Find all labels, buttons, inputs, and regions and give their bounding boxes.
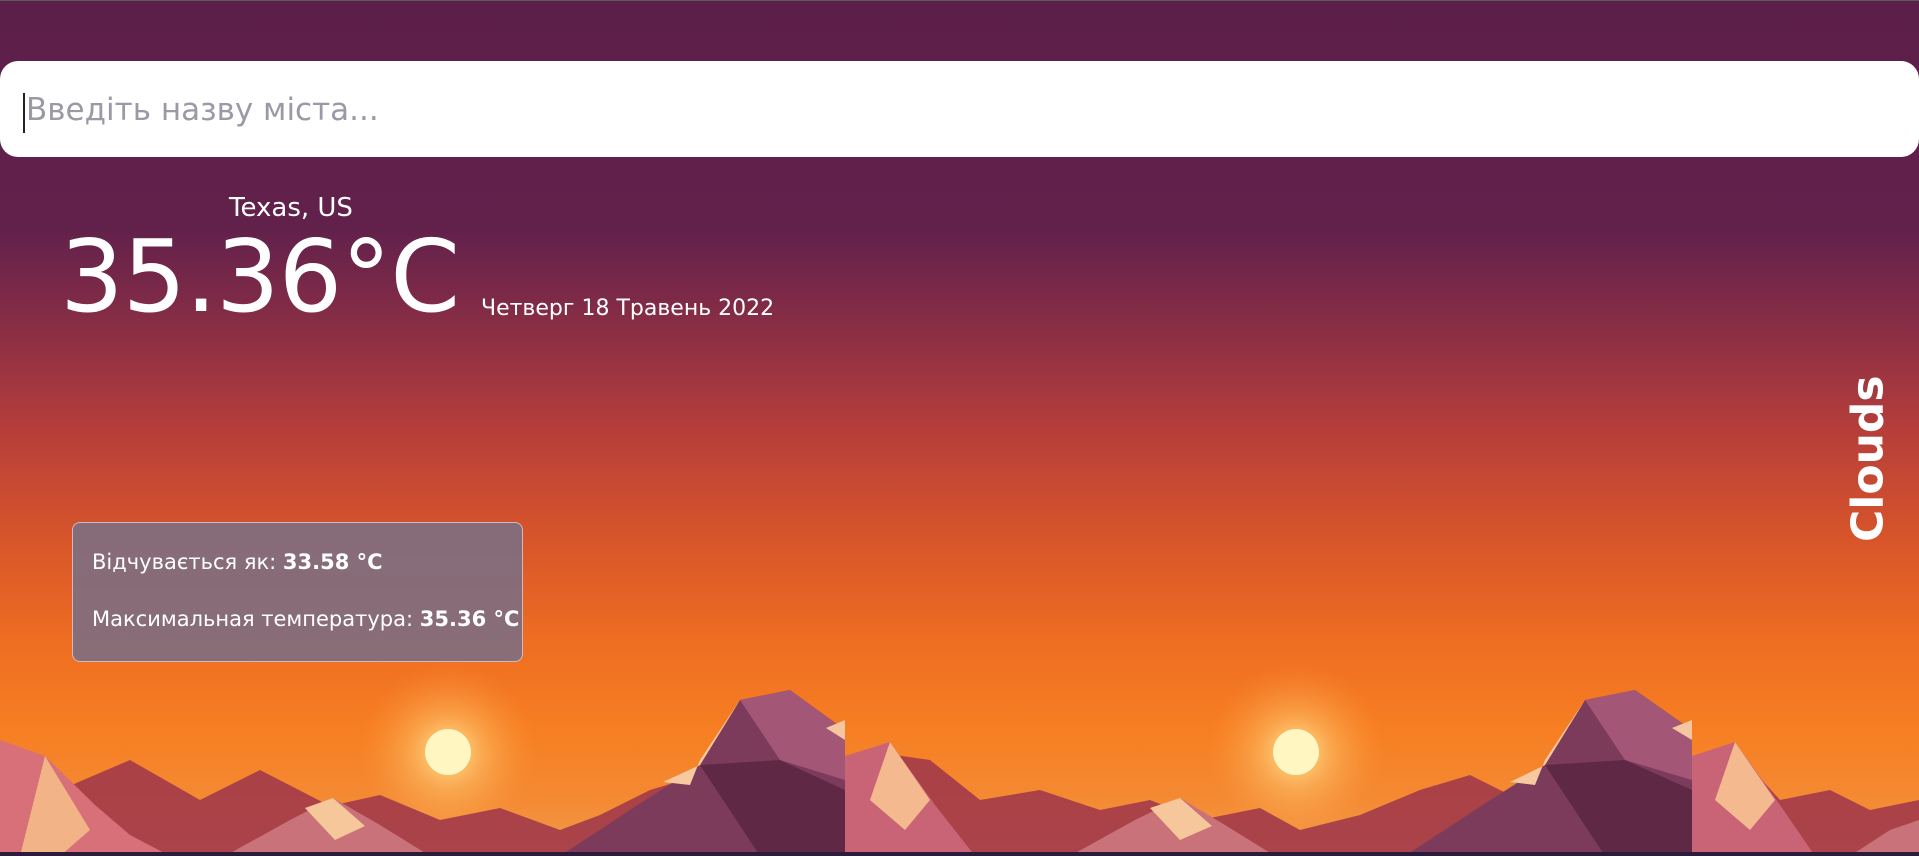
search-bar[interactable] xyxy=(0,61,1919,159)
weather-condition: Clouds xyxy=(1842,375,1894,542)
bottom-border xyxy=(0,852,1919,856)
mountains-illustration xyxy=(0,690,1919,856)
feels-like-label: Відчувається як: xyxy=(92,550,283,574)
max-temperature-label: Максимальная температура: xyxy=(92,607,420,631)
text-caret xyxy=(23,93,25,133)
details-panel: Відчувається як: 33.58 °C Максимальная т… xyxy=(72,522,523,662)
weather-app: Texas, US 35.36°C Четверг 18 Травень 202… xyxy=(0,0,1919,856)
max-temperature-value: 35.36 °C xyxy=(419,607,520,631)
max-temperature-row: Максимальная температура: 35.36 °C xyxy=(92,607,519,631)
city-search-input[interactable] xyxy=(24,61,1908,159)
feels-like-row: Відчувається як: 33.58 °C xyxy=(92,550,383,574)
current-temperature: 35.36°C xyxy=(60,218,460,335)
feels-like-value: 33.58 °C xyxy=(282,550,383,574)
current-date: Четверг 18 Травень 2022 xyxy=(481,296,775,321)
